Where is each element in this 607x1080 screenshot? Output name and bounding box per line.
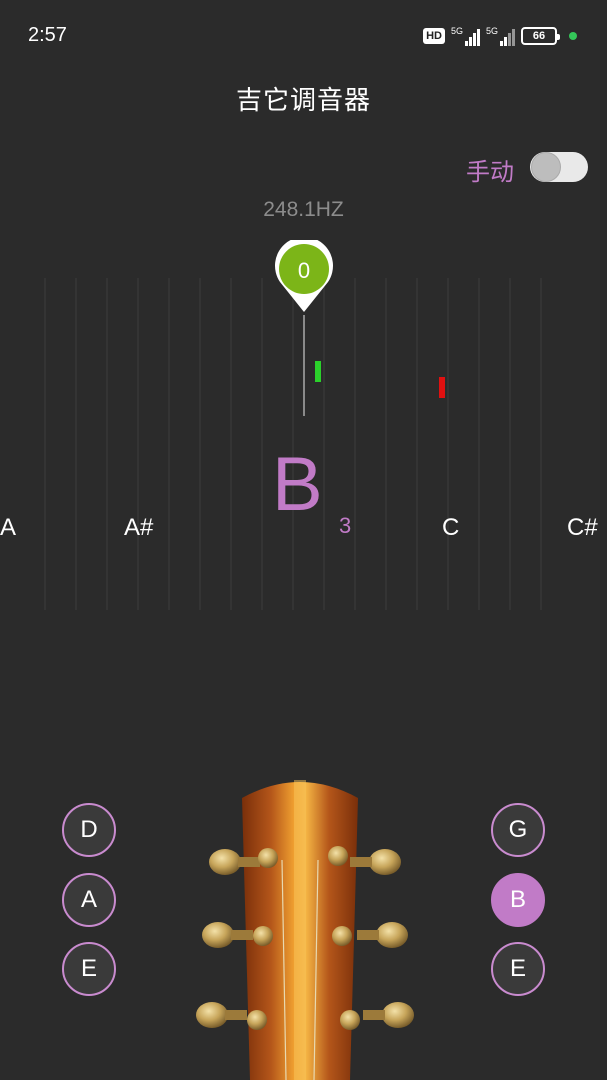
battery-icon: 66 xyxy=(521,27,560,45)
status-bar: 2:57 HD 5G 5G 66 xyxy=(0,0,607,72)
string-button-a[interactable]: A xyxy=(62,873,116,927)
signal-icon: 5G xyxy=(451,26,480,46)
string-button-e-low[interactable]: E xyxy=(62,942,116,996)
detected-note: B xyxy=(272,442,323,527)
string-button-e-high[interactable]: E xyxy=(491,942,545,996)
deviation-value: 0 xyxy=(298,258,310,283)
signal-icon: 5G xyxy=(486,26,515,46)
privacy-dot-icon xyxy=(569,32,577,40)
scale-note-left: A# xyxy=(124,514,154,541)
manual-mode-label: 手动 xyxy=(466,158,514,186)
hd-badge: HD xyxy=(423,28,445,44)
string-button-b[interactable]: B xyxy=(491,873,545,927)
scale-note-right-far: C# xyxy=(567,514,598,541)
toggle-knob xyxy=(531,152,561,182)
frequency-readout: 248.1HZ xyxy=(263,198,344,221)
page-title: 吉它调音器 xyxy=(235,86,371,116)
guitar-headstock-image xyxy=(196,780,414,1080)
pitch-marker xyxy=(315,361,321,382)
status-time: 2:57 xyxy=(28,24,67,46)
string-button-d[interactable]: D xyxy=(62,803,116,857)
scale-note-right: C xyxy=(442,514,460,541)
scale-note-left-far: A xyxy=(0,514,17,541)
target-marker xyxy=(439,377,445,398)
string-button-g[interactable]: G xyxy=(491,803,545,857)
detected-octave: 3 xyxy=(339,513,352,538)
manual-mode-toggle[interactable] xyxy=(530,152,588,182)
status-icons: HD 5G 5G 66 xyxy=(423,24,577,48)
